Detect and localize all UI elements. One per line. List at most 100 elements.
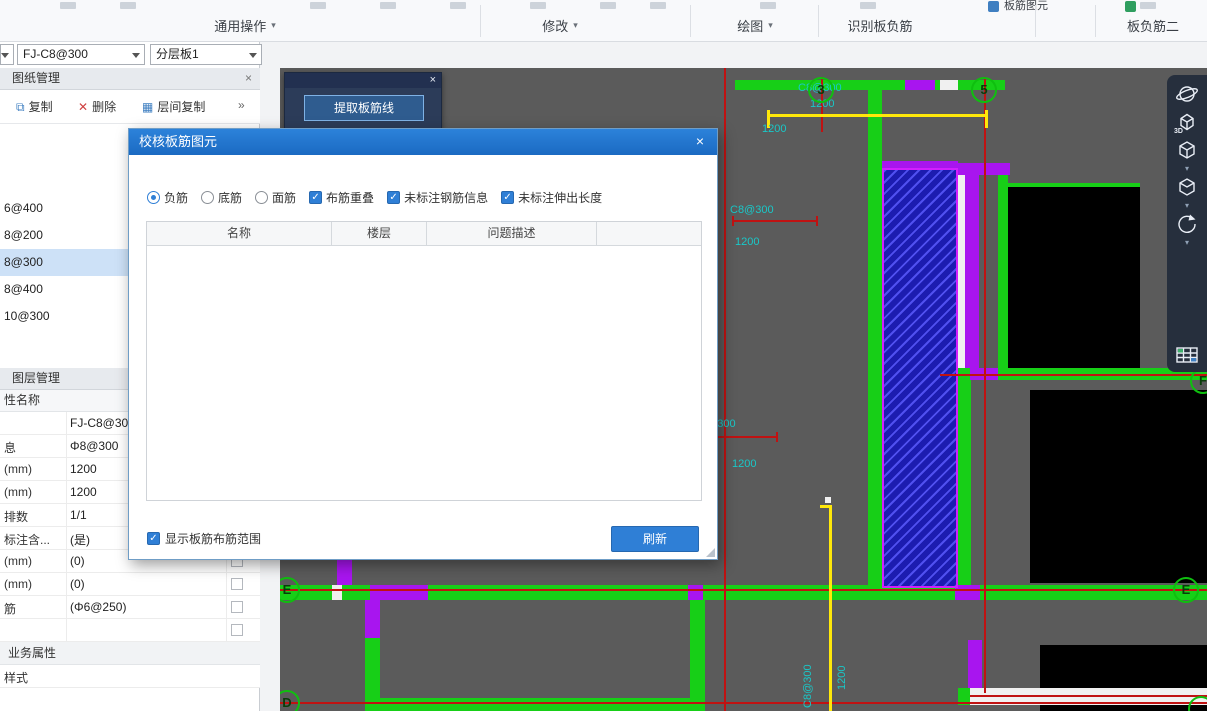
property-label: 息 bbox=[4, 441, 17, 455]
cut-combo-fragment[interactable] bbox=[0, 44, 14, 65]
property-checkbox[interactable] bbox=[231, 601, 243, 613]
axis-bubble-5: 5 bbox=[971, 77, 997, 103]
column-blank bbox=[597, 222, 701, 245]
grid-line-vertical bbox=[984, 77, 986, 693]
property-row[interactable]: 筋 (Φ6@250) bbox=[0, 596, 260, 619]
float-panel-titlebar[interactable]: × bbox=[285, 73, 441, 88]
wall-segment-purple bbox=[905, 80, 935, 90]
property-row[interactable]: (mm) (0) bbox=[0, 573, 260, 596]
rebar-type-value: FJ-C8@300 bbox=[23, 47, 88, 61]
rebar-hatch-zone[interactable] bbox=[882, 168, 958, 588]
tab-drawing-management[interactable]: 图纸管理 bbox=[0, 71, 60, 85]
property-label: (mm) bbox=[4, 577, 32, 591]
dialog-titlebar[interactable]: 校核板筋图元 × bbox=[129, 129, 717, 155]
grid-line-horizontal bbox=[940, 374, 1207, 376]
resize-grip[interactable] bbox=[706, 548, 715, 557]
radio-label: 负筋 bbox=[164, 191, 189, 205]
ribbon-group-modify-label: 修改 bbox=[542, 19, 569, 34]
wall-segment-purple bbox=[337, 558, 352, 585]
rebar-line[interactable] bbox=[767, 114, 988, 117]
ribbon-group-draw[interactable]: 绘图 ▾ bbox=[705, 16, 805, 35]
radio-top-rebar[interactable]: 面筋 bbox=[255, 189, 296, 206]
chevron-down-icon[interactable]: ▾ bbox=[1185, 165, 1189, 173]
ribbon-icon-fragment bbox=[380, 2, 396, 9]
issues-table-header: 名称 楼层 问题描述 bbox=[147, 222, 701, 246]
ribbon-top-label: 板筋图元 bbox=[1004, 0, 1048, 12]
property-label: 样式 bbox=[4, 671, 29, 685]
copy-button[interactable]: ⧉ 复制 bbox=[16, 98, 53, 115]
tab-layer-management[interactable]: 图层管理 bbox=[0, 371, 60, 385]
dialog-title: 校核板筋图元 bbox=[139, 134, 218, 149]
view-3d-icon[interactable]: 3D bbox=[1173, 109, 1201, 135]
wall-segment bbox=[365, 698, 705, 711]
ribbon-group-negative-two[interactable]: 板负筋二 bbox=[1098, 16, 1207, 35]
property-checkbox[interactable] bbox=[231, 578, 243, 590]
checkbox-unlabeled-length[interactable]: 未标注伸出长度 bbox=[501, 189, 602, 206]
toolbar-overflow-button[interactable]: » bbox=[238, 98, 245, 112]
extract-slab-rebar-button[interactable]: 提取板筋线 bbox=[304, 95, 424, 121]
radio-icon bbox=[255, 191, 269, 204]
delete-icon: ✕ bbox=[78, 99, 89, 114]
chevron-down-icon bbox=[249, 53, 257, 58]
delete-button[interactable]: ✕ 删除 bbox=[78, 98, 116, 115]
rebar-annotation: C8@300 bbox=[730, 204, 774, 216]
checkbox-overlap[interactable]: 布筋重叠 bbox=[309, 189, 374, 206]
layer-combobox-value: 分层板1 bbox=[156, 47, 199, 61]
radio-label: 面筋 bbox=[272, 191, 297, 205]
ribbon-icon-fragment bbox=[120, 2, 136, 9]
close-icon[interactable]: × bbox=[430, 73, 436, 87]
chevron-down-icon: ▾ bbox=[573, 20, 578, 30]
column-floor[interactable]: 楼层 bbox=[332, 222, 427, 245]
checkbox-unlabeled-info[interactable]: 未标注钢筋信息 bbox=[387, 189, 488, 206]
property-checkbox[interactable] bbox=[231, 624, 243, 636]
axis-bubble-3: 3 bbox=[808, 77, 834, 103]
close-icon[interactable]: × bbox=[245, 68, 252, 89]
dialog-footer-check[interactable]: 显示板筋布筋范围 bbox=[147, 530, 261, 547]
wall-segment bbox=[958, 380, 971, 588]
orbit-view-icon[interactable] bbox=[1173, 81, 1201, 107]
ribbon: 板筋图元 通用操作 ▾ 修改 ▾ 绘图 ▾ 识别板负筋 板负筋二 bbox=[0, 0, 1207, 42]
rebar-line-hook bbox=[985, 110, 988, 128]
chevron-down-icon[interactable]: ▾ bbox=[1185, 239, 1189, 247]
checkbox-checked-icon bbox=[387, 191, 401, 204]
ribbon-mini-icon bbox=[1125, 1, 1136, 12]
column-description[interactable]: 问题描述 bbox=[427, 222, 597, 245]
radio-negative-rebar[interactable]: 负筋 bbox=[147, 189, 188, 206]
floor-copy-button[interactable]: ▦ 层间复制 bbox=[142, 98, 205, 115]
column-name[interactable]: 名称 bbox=[147, 222, 332, 245]
ribbon-group-common[interactable]: 通用操作 ▾ bbox=[185, 16, 305, 35]
grid-line-horizontal bbox=[280, 702, 1207, 704]
slab-rebar-element-icon bbox=[988, 1, 999, 12]
chevron-down-icon: ▾ bbox=[271, 20, 276, 30]
layer-combobox[interactable]: 分层板1 bbox=[150, 44, 262, 65]
checkbox-checked-icon bbox=[501, 191, 515, 204]
rotate-view-icon[interactable] bbox=[1173, 211, 1201, 237]
radio-bottom-rebar[interactable]: 底筋 bbox=[201, 189, 242, 206]
property-value: (Φ6@250) bbox=[70, 600, 127, 614]
close-icon[interactable]: × bbox=[683, 129, 717, 155]
rebar-type-combobox[interactable]: FJ-C8@300 bbox=[17, 44, 145, 65]
rebar-annotation-rotated: C8@300 bbox=[802, 664, 814, 708]
dialog-filter-row: 负筋 底筋 面筋 布筋重叠 未标注钢筋信息 未标注伸出长度 bbox=[147, 189, 602, 206]
slab-opening bbox=[1030, 390, 1207, 583]
property-row-style[interactable]: 样式 bbox=[0, 665, 260, 688]
table-view-icon[interactable] bbox=[1173, 342, 1201, 368]
ribbon-group-modify[interactable]: 修改 ▾ bbox=[510, 16, 610, 35]
rebar-line[interactable] bbox=[829, 505, 832, 711]
chevron-down-icon[interactable]: ▾ bbox=[1185, 202, 1189, 210]
ribbon-divider bbox=[1035, 5, 1036, 37]
ribbon-group-identify-label: 识别板负筋 bbox=[847, 19, 913, 34]
section-business-properties[interactable]: 业务属性 bbox=[0, 642, 260, 665]
refresh-button[interactable]: 刷新 bbox=[611, 526, 699, 552]
property-label: (mm) bbox=[4, 554, 32, 568]
delete-button-label: 删除 bbox=[92, 100, 117, 114]
view-toolbar: 3D ▾ ▾ ▾ bbox=[1167, 75, 1207, 372]
cube-view-icon-2[interactable] bbox=[1173, 174, 1201, 200]
wall-gap bbox=[940, 80, 958, 90]
property-row[interactable] bbox=[0, 619, 260, 642]
issues-table[interactable]: 名称 楼层 问题描述 bbox=[146, 221, 702, 501]
ribbon-icon-fragment bbox=[450, 2, 466, 9]
ribbon-group-identify-negative[interactable]: 识别板负筋 bbox=[825, 16, 935, 35]
rebar-grip-point[interactable] bbox=[825, 497, 831, 503]
cube-view-icon[interactable] bbox=[1173, 137, 1201, 163]
